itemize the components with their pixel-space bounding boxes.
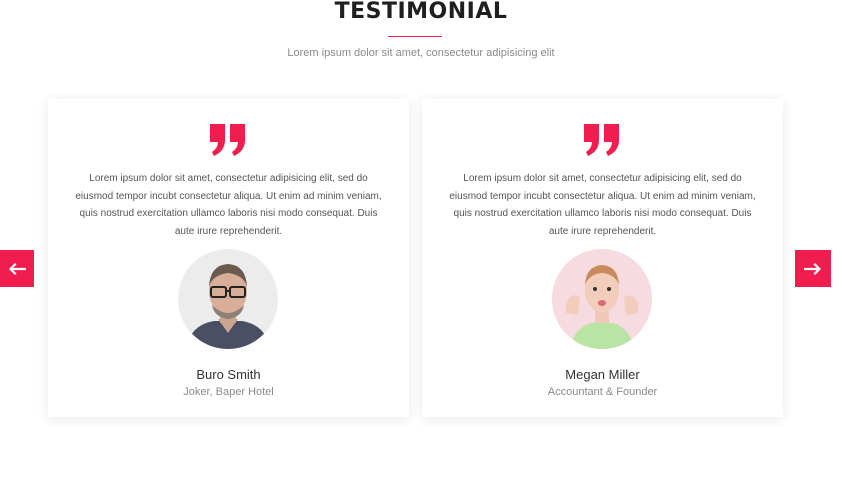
author-name: Buro Smith [196, 367, 261, 382]
arrow-right-icon [804, 262, 822, 275]
next-button[interactable] [795, 250, 831, 287]
prev-button[interactable] [0, 250, 34, 287]
avatar [178, 249, 278, 349]
testimonial-card: Lorem ipsum dolor sit amet, consectetur … [48, 99, 409, 417]
testimonial-quote: Lorem ipsum dolor sit amet, consectetur … [449, 173, 756, 237]
testimonial-section: TESTIMONIAL Lorem ipsum dolor sit amet, … [0, 0, 842, 482]
author-name: Megan Miller [565, 367, 640, 382]
avatar [552, 249, 652, 349]
author-role: Joker, Baper Hotel [183, 386, 274, 398]
author-role: Accountant & Founder [547, 386, 658, 398]
section-subtitle: Lorem ipsum dolor sit amet, consectetur … [287, 47, 555, 59]
testimonial-quote: Lorem ipsum dolor sit amet, consectetur … [75, 173, 382, 237]
testimonial-card: Lorem ipsum dolor sit amet, consectetur … [422, 99, 783, 417]
quote-icon [584, 124, 619, 156]
quote-icon [210, 124, 245, 156]
section-title: TESTIMONIAL [334, 0, 508, 24]
title-underline [388, 36, 442, 37]
arrow-left-icon [8, 262, 26, 275]
